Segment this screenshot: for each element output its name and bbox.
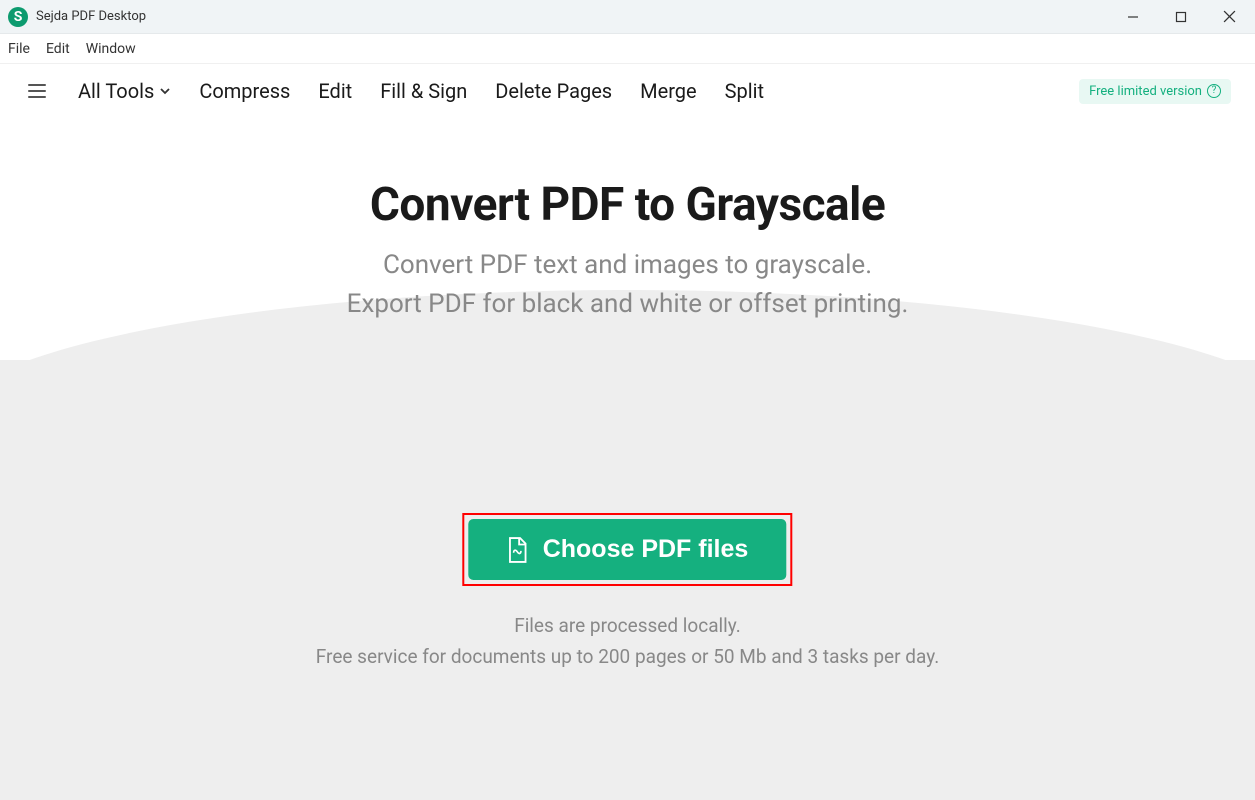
subtitle-line-1: Convert PDF text and images to grayscale… bbox=[0, 246, 1255, 285]
maximize-button[interactable] bbox=[1171, 7, 1191, 27]
pdf-file-icon bbox=[507, 536, 529, 564]
menu-edit[interactable]: Edit bbox=[46, 41, 70, 57]
all-tools-label: All Tools bbox=[78, 79, 154, 103]
version-badge[interactable]: Free limited version ? bbox=[1079, 79, 1231, 104]
choose-pdf-files-button[interactable]: Choose PDF files bbox=[469, 519, 787, 580]
tool-split[interactable]: Split bbox=[725, 79, 764, 103]
titlebar: S Sejda PDF Desktop bbox=[0, 0, 1255, 34]
all-tools-dropdown[interactable]: All Tools bbox=[78, 79, 171, 103]
menubar: File Edit Window bbox=[0, 34, 1255, 64]
info-text-limits: Free service for documents up to 200 pag… bbox=[316, 645, 939, 668]
chevron-down-icon bbox=[159, 85, 171, 97]
choose-pdf-files-label: Choose PDF files bbox=[543, 535, 749, 564]
upload-area: Choose PDF files Files are processed loc… bbox=[316, 513, 939, 668]
subtitle-line-2: Export PDF for black and white or offset… bbox=[0, 285, 1255, 324]
app-icon: S bbox=[8, 7, 28, 27]
info-text-local: Files are processed locally. bbox=[316, 614, 939, 637]
tool-merge[interactable]: Merge bbox=[640, 79, 697, 103]
menu-window[interactable]: Window bbox=[86, 41, 136, 57]
page-subtitle: Convert PDF text and images to grayscale… bbox=[0, 246, 1255, 324]
version-badge-label: Free limited version bbox=[1089, 84, 1202, 99]
minimize-button[interactable] bbox=[1123, 7, 1143, 27]
main-content: Convert PDF to Grayscale Convert PDF tex… bbox=[0, 118, 1255, 324]
window-controls bbox=[1123, 7, 1247, 27]
tool-compress[interactable]: Compress bbox=[199, 79, 290, 103]
close-button[interactable] bbox=[1219, 7, 1239, 27]
tool-delete-pages[interactable]: Delete Pages bbox=[495, 79, 612, 103]
tool-edit[interactable]: Edit bbox=[318, 79, 352, 103]
toolbar: All Tools Compress Edit Fill & Sign Dele… bbox=[0, 64, 1255, 118]
hamburger-icon[interactable] bbox=[24, 80, 50, 102]
help-icon: ? bbox=[1207, 84, 1221, 98]
page-title: Convert PDF to Grayscale bbox=[0, 178, 1255, 232]
upload-highlight-box: Choose PDF files bbox=[463, 513, 793, 586]
app-title: Sejda PDF Desktop bbox=[36, 9, 146, 24]
menu-file[interactable]: File bbox=[8, 41, 30, 57]
tool-fill-sign[interactable]: Fill & Sign bbox=[380, 79, 467, 103]
